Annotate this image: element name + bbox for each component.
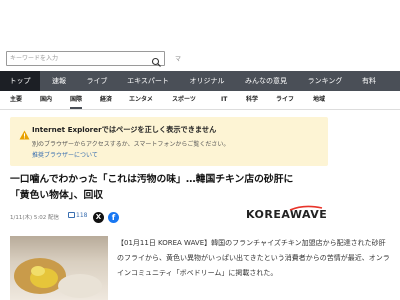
recommended-browser-link[interactable]: 推奨ブラウザーについて: [32, 150, 98, 159]
comment-count: 118: [76, 212, 88, 219]
warning-icon: [19, 125, 30, 140]
nav-item-expert[interactable]: エキスパート: [118, 71, 178, 91]
article-body: 【01月11日 KOREA WAVE】韓国のフランチャイズチキン加盟店から配達さ…: [117, 239, 390, 277]
nav-item-opinion[interactable]: みんなの意見: [236, 71, 296, 91]
nav-item-original[interactable]: オリジナル: [180, 71, 234, 91]
notice-message: 別のブラウザーからアクセスするか、スマートフォンからご覧ください。: [32, 141, 230, 148]
comment-link[interactable]: 118: [68, 212, 87, 219]
nav-item-top[interactable]: トップ: [0, 71, 40, 91]
nav2-item-economy[interactable]: 経済: [100, 91, 112, 109]
nav2-item-region[interactable]: 地域: [313, 91, 325, 109]
nav-item-live[interactable]: ライブ: [78, 71, 116, 91]
search-icon[interactable]: [151, 53, 162, 67]
site-header: [0, 0, 400, 46]
comment-icon: [68, 212, 75, 218]
nav-item-paid[interactable]: 有料: [354, 71, 384, 91]
nav2-item-domestic[interactable]: 国内: [40, 91, 52, 109]
nav2-item-it[interactable]: IT: [221, 91, 227, 109]
notice-title: Internet Explorerではページを正しく表示できません: [32, 125, 217, 134]
fried-gizzard-image-icon: [14, 258, 102, 298]
search-input[interactable]: [7, 52, 152, 65]
header-mark: マ: [175, 56, 182, 63]
nav-item-breaking[interactable]: 速報: [42, 71, 76, 91]
article-photo[interactable]: [10, 236, 108, 300]
nav2-item-main[interactable]: 主要: [10, 91, 22, 109]
nav2-item-science[interactable]: 科学: [246, 91, 258, 109]
article-date: 1/11(木) 5:02 配信: [10, 215, 59, 221]
nav2-item-sports[interactable]: スポーツ: [172, 91, 196, 109]
logo-swoosh-icon: [289, 205, 323, 211]
secondary-nav: 主要 国内 国際 経済 エンタメ スポーツ IT 科学 ライフ 地域: [0, 91, 400, 110]
ie-warning-notice: Internet Explorerではページを正しく表示できません 別のブラウザ…: [10, 117, 328, 166]
nav2-item-life[interactable]: ライフ: [276, 91, 294, 109]
nav2-item-entertainment[interactable]: エンタメ: [129, 91, 153, 109]
article-headline: 一口噛んでわかった「これは汚物の味」…韓国チキン店の砂肝に「黄色い物体」、回収: [10, 174, 294, 201]
primary-nav: トップ 速報 ライブ エキスパート オリジナル みんなの意見 ランキング 有料: [0, 71, 400, 91]
nav2-item-international[interactable]: 国際: [70, 91, 83, 109]
search-box[interactable]: [6, 51, 165, 67]
source-logo[interactable]: KOREAWAVE: [246, 205, 327, 221]
facebook-share-icon[interactable]: f: [108, 212, 119, 223]
x-share-icon[interactable]: X: [93, 212, 104, 223]
nav-item-ranking[interactable]: ランキング: [298, 71, 352, 91]
